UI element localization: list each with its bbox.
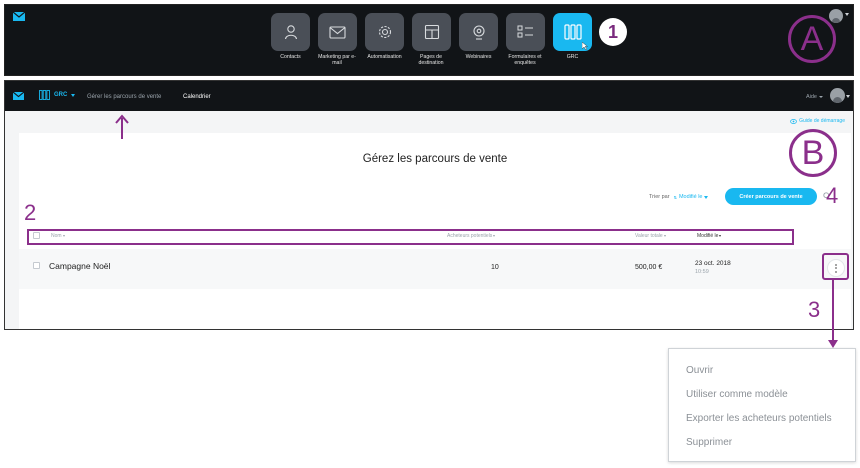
envelope-icon: [329, 25, 346, 39]
app-switcher-dropdown[interactable]: GRC: [39, 90, 76, 100]
table-row[interactable]: Campagne Noël 10 500,00 € 23 oct. 2018 1…: [19, 249, 851, 289]
menu-item-delete[interactable]: Supprimer: [686, 437, 732, 448]
sort-value[interactable]: ⇅ Modifié le: [674, 194, 709, 200]
app-label-text: Marketing par e-mail: [318, 54, 356, 66]
app-label-text: Formulaires et enquêtes: [508, 54, 542, 66]
form-list-icon: [517, 25, 533, 38]
callout-2: 2: [24, 200, 37, 225]
potential-buyers-count: 10: [491, 264, 499, 271]
mail-logo-icon: [13, 92, 24, 100]
arrow-down-icon: [828, 280, 838, 348]
app-contacts-tile[interactable]: [271, 13, 310, 51]
menu-item-use-as-template[interactable]: Utiliser comme modèle: [686, 389, 788, 400]
app-grc[interactable]: GRC: [553, 13, 592, 66]
tutorial-screenshot: Contacts Marketing par e-mail Automatisa…: [0, 0, 860, 468]
callout-a: A: [788, 15, 836, 63]
app-icons: Contacts Marketing par e-mail Automatisa…: [271, 13, 592, 66]
pipeline-columns-icon: [39, 90, 50, 100]
app-label: Marketing par e-mail: [315, 54, 359, 66]
app-landing-pages-tile[interactable]: [412, 13, 451, 51]
app-forms-surveys[interactable]: Formulaires et enquêtes: [506, 13, 545, 66]
page-title: Gérez les parcours de vente: [362, 153, 508, 165]
nav-manage-pipelines[interactable]: Gérer les parcours de vente: [87, 94, 161, 100]
app-label: Formulaires et enquêtes: [503, 54, 547, 66]
gear-icon: [378, 25, 391, 39]
sort-value-text: Modifié le: [678, 194, 703, 200]
app-automation[interactable]: Automatisation: [365, 13, 404, 66]
callout-4: 4: [826, 183, 839, 208]
avatar[interactable]: [830, 88, 845, 103]
sort-label: Trier par: [649, 194, 670, 200]
callout-1: 1: [599, 18, 627, 46]
sort-arrow-icon: ⇅: [673, 194, 677, 200]
pipeline-name[interactable]: Campagne Noël: [49, 261, 110, 271]
create-pipeline-button[interactable]: Créer parcours de vente: [725, 188, 817, 205]
app-contacts[interactable]: Contacts: [271, 13, 310, 66]
chevron-down-icon: [845, 13, 849, 16]
app-landing-pages[interactable]: Pages de destination: [412, 13, 451, 66]
app-label: Pages de destination: [409, 54, 453, 66]
person-icon: [284, 25, 297, 40]
getting-started-label: Guide de démarrage: [799, 118, 845, 124]
table-header-highlight: [27, 229, 794, 245]
app-forms-surveys-tile[interactable]: [506, 13, 545, 51]
chevron-down-icon: [704, 195, 709, 199]
app-label: Automatisation: [367, 54, 402, 60]
menu-item-open[interactable]: Ouvrir: [686, 365, 713, 376]
app-label-text: Pages de destination: [418, 54, 444, 66]
pipeline-columns-icon: [563, 24, 582, 40]
arrow-up-icon: [115, 114, 129, 139]
app-label: GRC: [54, 92, 68, 98]
nav-calendar[interactable]: Calendrier: [183, 94, 211, 100]
app-switcher-bar: Contacts Marketing par e-mail Automatisa…: [4, 4, 854, 76]
chevron-down-icon: [71, 93, 76, 97]
app-webinars-tile[interactable]: [459, 13, 498, 51]
callout-3: 3: [808, 297, 821, 322]
app-label: GRC: [566, 54, 579, 60]
menu-item-export-buyers[interactable]: Exporter les acheteurs potentiels: [686, 413, 832, 424]
app-label: Contacts: [280, 54, 301, 60]
cursor-icon: [582, 42, 588, 50]
eye-icon: [790, 118, 797, 124]
layout-icon: [424, 24, 439, 40]
chevron-down-icon: [819, 96, 823, 98]
sort-control[interactable]: Trier par ⇅ Modifié le: [649, 194, 709, 200]
app-label: Webinaires: [465, 54, 492, 60]
total-value: 500,00 €: [635, 264, 663, 271]
app-email-marketing-tile[interactable]: [318, 13, 357, 51]
modified-date: 23 oct. 2018: [695, 260, 731, 267]
modified-time: 10:59: [695, 269, 709, 275]
row-checkbox[interactable]: [33, 262, 40, 269]
grc-page: GRC Gérer les parcours de vente Calendri…: [4, 80, 854, 330]
app-email-marketing[interactable]: Marketing par e-mail: [318, 13, 357, 66]
row-actions-menu: Ouvrir Utiliser comme modèle Exporter le…: [668, 348, 856, 462]
mail-logo-icon: [13, 12, 25, 21]
actions-button-highlight: [822, 253, 849, 280]
chevron-down-icon: [846, 95, 850, 98]
webcam-icon: [472, 25, 485, 40]
avatar[interactable]: [829, 9, 843, 23]
app-webinars[interactable]: Webinaires: [459, 13, 498, 66]
callout-b: B: [789, 129, 837, 177]
top-nav-bar: GRC Gérer les parcours de vente Calendri…: [5, 81, 853, 111]
getting-started-link[interactable]: Guide de démarrage: [790, 118, 845, 124]
help-menu[interactable]: Aide: [806, 94, 823, 100]
app-automation-tile[interactable]: [365, 13, 404, 51]
help-label: Aide: [805, 94, 817, 100]
